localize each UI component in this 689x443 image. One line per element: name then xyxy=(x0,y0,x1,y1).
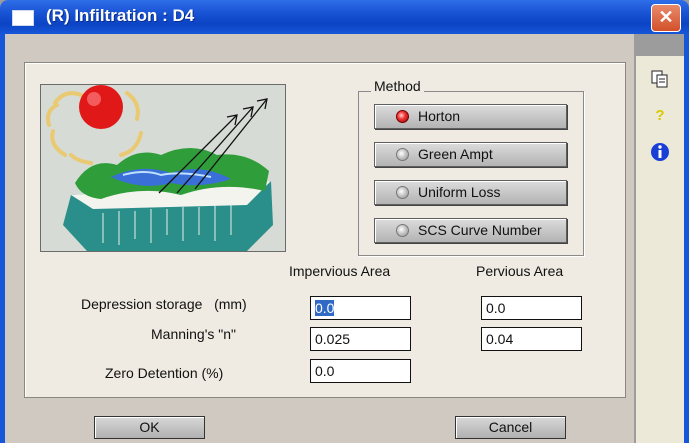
infiltration-illustration xyxy=(40,84,286,252)
method-option-label: SCS Curve Number xyxy=(418,222,542,238)
infiltration-dialog: (R) Infiltration : D4 ✕ ? Method Horton … xyxy=(0,0,689,443)
impervious-depression-storage-input[interactable]: 0.0 xyxy=(310,296,411,320)
method-uniform-loss-button[interactable]: Uniform Loss xyxy=(374,180,567,205)
impervious-mannings-n-input[interactable]: 0.025 xyxy=(310,327,411,351)
pervious-depression-storage-input[interactable]: 0.0 xyxy=(481,296,582,320)
field-value: 0.0 xyxy=(315,363,335,379)
field-value: 0.0 xyxy=(315,300,335,316)
method-option-label: Horton xyxy=(418,108,461,124)
ok-button[interactable]: OK xyxy=(94,416,205,439)
radio-led-icon xyxy=(396,148,409,161)
method-green-ampt-button[interactable]: Green Ampt xyxy=(374,142,567,167)
help-icon[interactable]: ? xyxy=(648,104,672,128)
method-scs-curve-number-button[interactable]: SCS Curve Number xyxy=(374,218,567,243)
title-bar[interactable]: (R) Infiltration : D4 ✕ xyxy=(0,0,689,34)
method-option-label: Uniform Loss xyxy=(418,184,501,200)
cancel-button[interactable]: Cancel xyxy=(455,416,566,439)
method-legend: Method xyxy=(371,78,424,94)
window-frame-right xyxy=(684,34,689,443)
info-icon[interactable] xyxy=(648,142,672,166)
zero-detention-input[interactable]: 0.0 xyxy=(310,359,411,383)
copy-icon[interactable] xyxy=(648,70,672,94)
radio-led-icon xyxy=(396,186,409,199)
radio-led-icon xyxy=(396,110,409,123)
mannings-n-label: Manning's "n" xyxy=(151,326,236,342)
close-button[interactable]: ✕ xyxy=(651,4,681,32)
method-option-label: Green Ampt xyxy=(418,146,493,162)
side-toolbar: ? xyxy=(636,56,684,443)
pervious-area-header: Pervious Area xyxy=(476,263,564,279)
window-icon xyxy=(12,10,34,26)
depression-storage-label: Depression storage (mm) xyxy=(81,296,247,312)
field-value: 0.04 xyxy=(486,331,514,347)
pervious-mannings-n-input[interactable]: 0.04 xyxy=(481,327,582,351)
zero-detention-label: Zero Detention (%) xyxy=(105,365,224,381)
window-title: (R) Infiltration : D4 xyxy=(46,6,195,25)
field-value: 0.025 xyxy=(315,331,351,347)
field-value: 0.0 xyxy=(486,300,506,316)
impervious-area-header: Impervious Area xyxy=(289,263,391,279)
radio-led-icon xyxy=(396,224,409,237)
method-horton-button[interactable]: Horton xyxy=(374,104,567,129)
